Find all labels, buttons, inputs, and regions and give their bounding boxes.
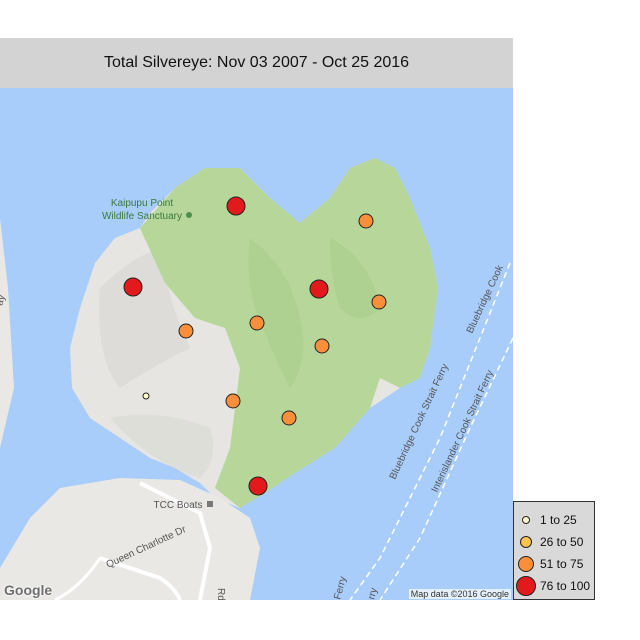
map-attribution[interactable]: Map data ©2016 Google [408, 589, 511, 599]
legend-label: 51 to 75 [540, 557, 584, 571]
legend-item-51-to-75: 51 to 75 [514, 553, 594, 575]
map-view[interactable]: Kaipupu Point Wildlife Sanctuary TCC Boa… [0, 88, 513, 600]
sanctuary-marker-icon [186, 212, 192, 218]
legend-item-26-to-50: 26 to 50 [514, 531, 594, 553]
legend: 1 to 25 26 to 50 51 to 75 76 to 100 [513, 501, 595, 600]
sanctuary-label-line1: Kaipupu Point [111, 198, 173, 209]
boats-label: TCC Boats [154, 500, 203, 511]
observation-point[interactable] [226, 196, 246, 216]
legend-item-1-to-25: 1 to 25 [514, 509, 594, 531]
observation-point[interactable] [142, 392, 150, 400]
road-label-partial: Rd [215, 588, 226, 600]
legend-label: 76 to 100 [540, 579, 591, 593]
legend-swatch [520, 536, 532, 548]
observation-point[interactable] [249, 315, 265, 331]
legend-item-76-to-100: 76 to 100 [514, 575, 594, 597]
observation-point[interactable] [309, 279, 329, 299]
observation-point[interactable] [281, 410, 297, 426]
legend-swatch [518, 556, 534, 572]
sanctuary-label-line2: Wildlife Sanctuary [102, 211, 182, 222]
legend-label: 26 to 50 [540, 535, 584, 549]
legend-swatch [516, 576, 536, 596]
observation-point[interactable] [225, 393, 241, 409]
map-canvas: Kaipupu Point Wildlife Sanctuary TCC Boa… [0, 88, 513, 600]
boats-marker-icon [207, 501, 213, 507]
observation-point[interactable] [314, 338, 330, 354]
observation-point[interactable] [248, 476, 268, 496]
map-title: Total Silvereye: Nov 03 2007 - Oct 25 20… [0, 38, 513, 88]
google-logo: Google [4, 582, 53, 598]
legend-label: 1 to 25 [540, 513, 577, 527]
legend-swatch [522, 516, 530, 524]
observation-point[interactable] [123, 277, 143, 297]
observation-point[interactable] [358, 213, 374, 229]
observation-point[interactable] [371, 294, 387, 310]
observation-point[interactable] [178, 323, 194, 339]
